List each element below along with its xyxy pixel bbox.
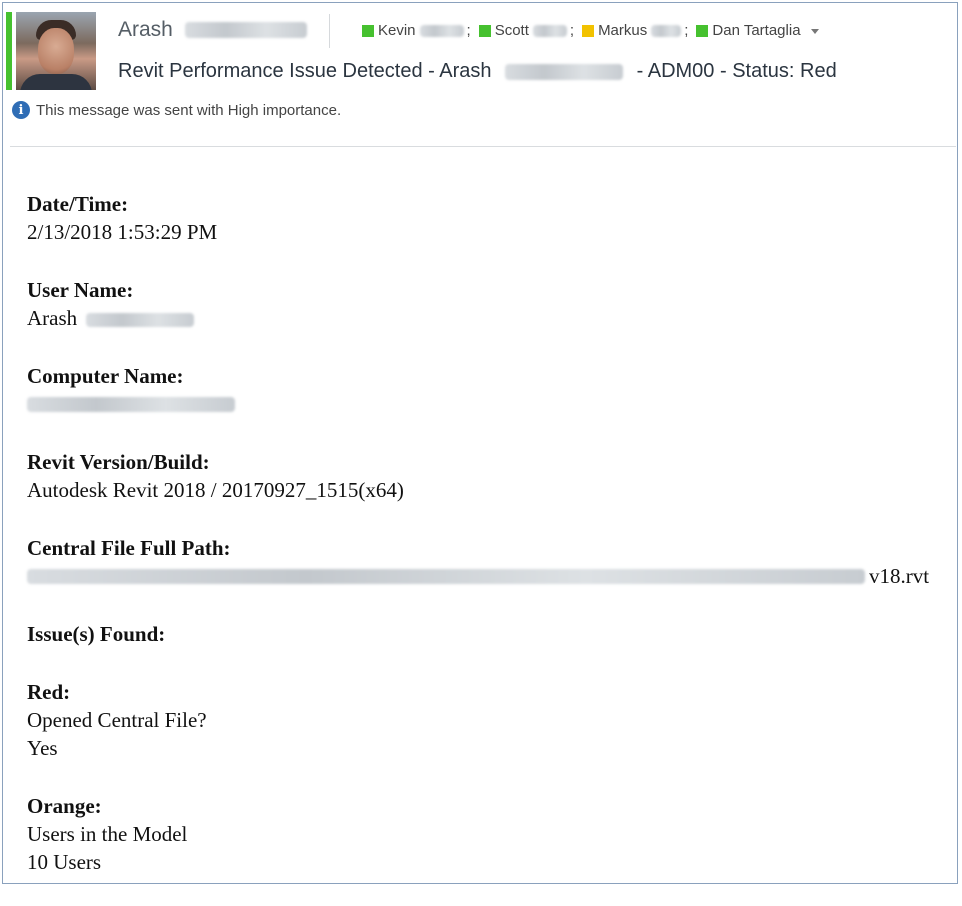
importance-text: This message was sent with High importan… (36, 101, 342, 119)
central-file-path-row: v18.rvt (27, 562, 947, 590)
presence-icon (478, 24, 491, 37)
orange-value: 10 Users (27, 850, 102, 874)
redacted-username (86, 313, 195, 328)
recipient-name: Dan Tartaglia (712, 22, 801, 39)
field-revit-version: Revit Version/Build: Autodesk Revit 2018… (27, 448, 947, 504)
revit-version-label: Revit Version/Build: (27, 450, 210, 474)
message-body: Date/Time: 2/13/2018 1:53:29 PM User Nam… (27, 190, 947, 906)
sender-avatar[interactable] (16, 12, 96, 90)
field-red: Red: Opened Central File? Yes (27, 678, 947, 762)
datetime-value: 2/13/2018 1:53:29 PM (27, 220, 218, 244)
username-label: User Name: (27, 278, 134, 302)
importance-notice: i This message was sent with High import… (12, 101, 341, 119)
presence-icon (696, 24, 709, 37)
recipient-dan-tartaglia[interactable]: Dan Tartaglia (696, 22, 801, 39)
subject-suffix: - ADM00 - Status: Red (636, 60, 837, 82)
field-computer: Computer Name: (27, 362, 947, 418)
red-question: Opened Central File? (27, 708, 207, 732)
presence-icon (362, 24, 374, 37)
field-datetime: Date/Time: 2/13/2018 1:53:29 PM (27, 190, 947, 246)
recipient-separator: ; (466, 22, 471, 39)
red-answer: Yes (27, 736, 58, 760)
redacted-computer-name (27, 396, 235, 412)
redacted-subject-surname (505, 63, 624, 80)
recipient-name: Scott (494, 22, 529, 39)
avatar-shirt (20, 74, 92, 90)
header-separator (10, 146, 956, 147)
chevron-down-icon[interactable] (810, 29, 819, 34)
redacted-sender-surname (184, 22, 307, 39)
field-issues: Issue(s) Found: (27, 620, 947, 648)
revit-version-value: Autodesk Revit 2018 / 20170927_1515(x64) (27, 478, 404, 502)
subject-prefix: Revit Performance Issue Detected - Arash (118, 60, 492, 82)
recipient-kevin[interactable]: Kevin ; (362, 22, 479, 39)
avatar-face (38, 28, 74, 74)
recipient-name: Kevin (378, 22, 416, 39)
recipient-list: Kevin ; Scott ; Markus ; Dan Tartaglia (362, 22, 819, 39)
presence-status-bar (6, 12, 12, 90)
recipient-separator: ; (684, 22, 689, 39)
recipient-scott[interactable]: Scott ; (478, 22, 582, 39)
redacted-surname (651, 24, 682, 37)
red-label: Red: (27, 680, 71, 704)
username-value: Arash (27, 306, 78, 330)
username-value-row: Arash (27, 304, 947, 332)
sender-name[interactable]: Arash (118, 18, 307, 42)
central-file-path-suffix: v18.rvt (869, 564, 930, 588)
recipient-separator: ; (569, 22, 575, 39)
header-divider (329, 14, 330, 48)
datetime-label: Date/Time: (27, 192, 129, 216)
redacted-file-path (27, 568, 865, 584)
computer-value-row (27, 390, 947, 418)
email-subject: Revit Performance Issue Detected - Arash… (118, 60, 837, 83)
redacted-surname (419, 24, 464, 37)
computer-label: Computer Name: (27, 364, 184, 388)
field-username: User Name: Arash (27, 276, 947, 332)
redacted-surname (532, 24, 567, 37)
issues-label: Issue(s) Found: (27, 622, 166, 646)
sender-first-name: Arash (118, 18, 173, 41)
field-orange: Orange: Users in the Model 10 Users (27, 792, 947, 876)
central-file-path-label: Central File Full Path: (27, 536, 231, 560)
recipient-markus[interactable]: Markus ; (582, 22, 696, 39)
info-icon: i (12, 101, 30, 119)
presence-icon (582, 24, 595, 37)
recipient-name: Markus (598, 22, 648, 39)
orange-label: Orange: (27, 794, 102, 818)
orange-item: Users in the Model (27, 822, 188, 846)
field-central-file-path: Central File Full Path: v18.rvt (27, 534, 947, 590)
